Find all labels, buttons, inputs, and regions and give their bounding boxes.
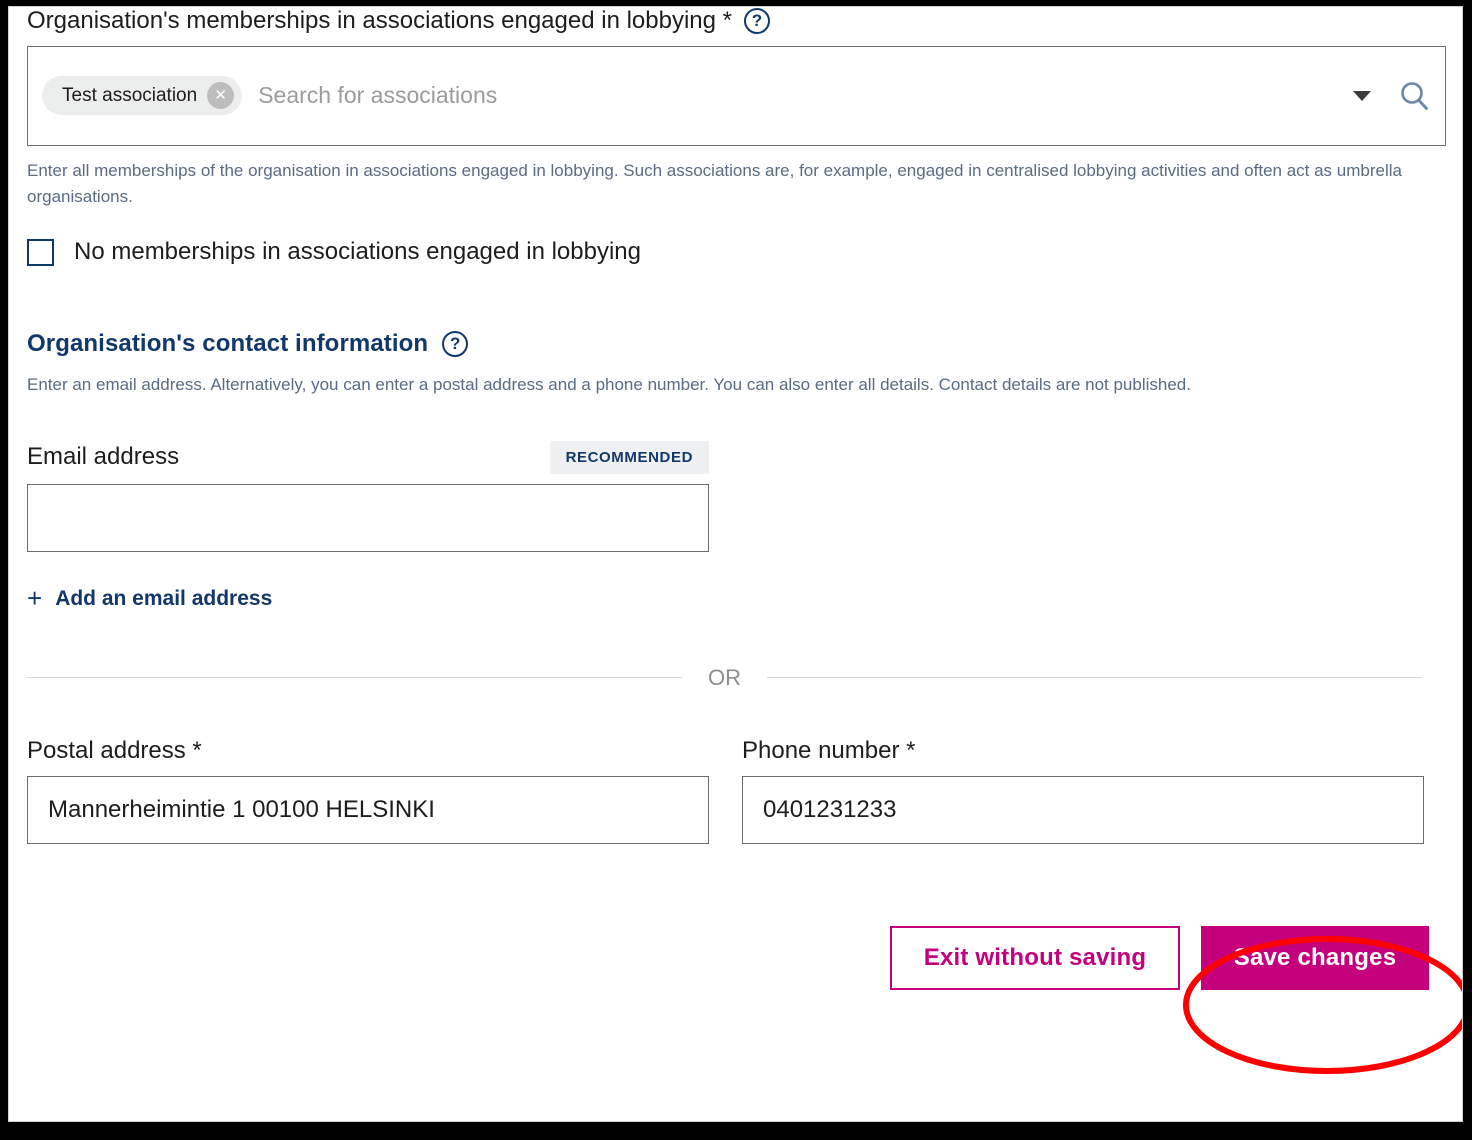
- phone-number-group: Phone number * 0401231233: [742, 737, 1424, 844]
- close-icon[interactable]: ✕: [207, 82, 235, 110]
- postal-address-group: Postal address * Mannerheimintie 1 00100…: [27, 737, 709, 844]
- or-divider: OR: [27, 665, 1422, 691]
- contact-section-heading: Organisation's contact information ?: [27, 330, 1446, 358]
- address-phone-row: Postal address * Mannerheimintie 1 00100…: [27, 737, 1446, 844]
- no-memberships-label[interactable]: No memberships in associations engaged i…: [74, 238, 641, 266]
- memberships-label-text: Organisation's memberships in associatio…: [27, 7, 732, 34]
- email-field[interactable]: [27, 483, 709, 552]
- memberships-helper-text: Enter all memberships of the organisatio…: [27, 160, 1402, 207]
- recommended-badge: RECOMMENDED: [549, 440, 709, 474]
- association-chip: Test association ✕: [42, 76, 243, 116]
- no-memberships-checkbox[interactable]: [27, 238, 54, 266]
- association-chip-label: Test association: [62, 84, 198, 106]
- annotated-screenshot-frame: Organisation's memberships in associatio…: [8, 6, 1463, 1122]
- email-label-row: Email address RECOMMENDED: [27, 440, 709, 474]
- contact-helper-text: Enter an email address. Alternatively, y…: [27, 375, 1191, 395]
- divider-line-right: [767, 677, 1422, 679]
- form-actions: Exit without saving Save changes: [27, 925, 1446, 990]
- search-icon[interactable]: [1397, 79, 1431, 113]
- add-email-address-button[interactable]: + Add an email address: [27, 582, 273, 613]
- or-label: OR: [708, 664, 741, 690]
- postal-address-field[interactable]: Mannerheimintie 1 00100 HELSINKI: [27, 775, 709, 844]
- phone-number-field[interactable]: 0401231233: [742, 775, 1424, 844]
- help-circle-icon[interactable]: ?: [442, 331, 469, 358]
- contact-section-title: Organisation's contact information: [27, 330, 429, 358]
- form-page: Organisation's memberships in associatio…: [9, 7, 1462, 1121]
- email-field-label: Email address: [27, 443, 180, 471]
- help-circle-icon[interactable]: ?: [744, 8, 770, 35]
- associations-multiselect[interactable]: Test association ✕ Search for associatio…: [27, 45, 1446, 146]
- divider-line-left: [27, 677, 682, 679]
- postal-address-label: Postal address *: [27, 736, 202, 764]
- exit-without-saving-button[interactable]: Exit without saving: [890, 925, 1180, 990]
- add-email-address-label: Add an email address: [55, 586, 273, 610]
- save-changes-button[interactable]: Save changes: [1201, 925, 1429, 990]
- associations-search-input[interactable]: Search for associations: [250, 82, 1353, 109]
- plus-icon: +: [27, 582, 43, 613]
- phone-number-label: Phone number *: [742, 736, 916, 764]
- chevron-down-icon[interactable]: [1353, 90, 1371, 101]
- memberships-label: Organisation's memberships in associatio…: [27, 7, 1446, 36]
- no-memberships-checkbox-row[interactable]: No memberships in associations engaged i…: [27, 238, 1446, 266]
